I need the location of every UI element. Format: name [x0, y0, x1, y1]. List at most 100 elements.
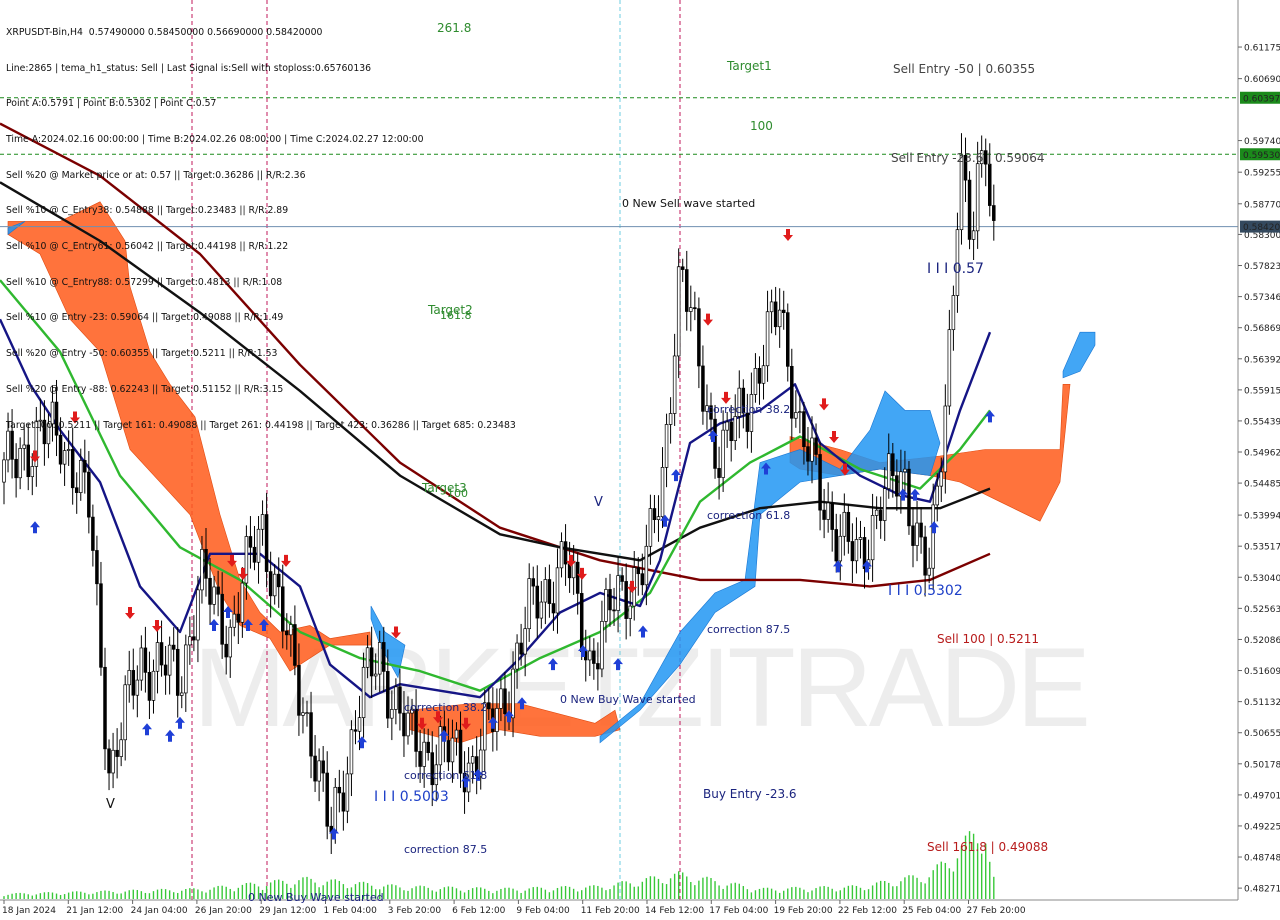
time-tick-label: 3 Feb 20:00	[388, 906, 442, 916]
candle-body	[361, 666, 366, 718]
candle-body	[648, 508, 653, 547]
candle-body	[184, 644, 188, 694]
candle-body	[761, 365, 766, 384]
candle-body	[636, 567, 641, 575]
price-tick-label: 0.52563	[1244, 605, 1280, 615]
candle-body	[458, 729, 463, 774]
candle-body	[426, 741, 430, 754]
candle-body	[773, 301, 778, 328]
candle-body	[272, 573, 277, 597]
candle-body	[802, 411, 806, 448]
info-line: Sell %10 @ C_Entry61: 0.56042 || Target:…	[6, 241, 289, 253]
candle-body	[236, 613, 241, 623]
candle-body	[592, 650, 596, 664]
candle-body	[943, 405, 948, 473]
candle-body	[123, 684, 127, 741]
candle-body	[87, 471, 91, 518]
info-line: Sell %20 @ Market price or at: 0.57 || T…	[6, 169, 306, 181]
candle	[907, 461, 911, 535]
chart-annotation: I I I 0.5003	[374, 789, 449, 805]
candle-body	[281, 586, 285, 632]
price-tick-label: 0.49701	[1244, 791, 1280, 801]
candle-body	[349, 729, 354, 775]
candle-body	[652, 508, 657, 521]
candle-body	[325, 772, 329, 827]
chart-annotation: 100	[750, 119, 773, 133]
time-tick-label: 24 Jan 04:00	[131, 906, 188, 916]
candle-body	[511, 668, 515, 719]
candle-body	[887, 453, 891, 489]
candle	[967, 171, 972, 250]
candle-body	[547, 579, 552, 604]
candle-body	[959, 154, 964, 231]
price-tick-label: 0.61175	[1244, 44, 1280, 54]
candle-body	[454, 729, 459, 739]
price-tick-label: 0.53040	[1244, 574, 1280, 584]
candle-body	[680, 266, 685, 270]
price-tick-label: 0.51609	[1244, 667, 1280, 677]
candle-body	[798, 411, 802, 414]
price-tick-label: 0.57346	[1244, 293, 1280, 303]
price-tick-label: 0.54485	[1244, 480, 1280, 490]
candle-body	[830, 502, 834, 530]
candle-body	[822, 509, 826, 520]
candle-body	[264, 514, 269, 572]
candle-body	[2, 459, 6, 483]
candle-body	[878, 509, 883, 521]
info-line: Sell %10 @ C_Entry38: 0.54888 || Target:…	[6, 205, 289, 217]
candle-body	[83, 460, 87, 473]
candle-body	[414, 708, 418, 752]
candle-body	[543, 579, 548, 603]
time-tick-label: 6 Feb 12:00	[452, 906, 506, 916]
time-tick-label: 27 Feb 20:00	[967, 906, 1026, 916]
candle-body	[588, 650, 592, 661]
candle-body	[163, 664, 168, 676]
candle-body	[216, 586, 220, 595]
candle-body	[260, 514, 265, 530]
price-tick-label: 0.50178	[1244, 760, 1280, 770]
candle-body	[947, 329, 952, 407]
candle-body	[769, 301, 774, 313]
candle-body	[196, 589, 200, 641]
candle-body	[539, 601, 544, 619]
candle-body	[159, 642, 164, 666]
chart-annotation: V	[106, 797, 115, 812]
price-tick-label: 0.56392	[1244, 355, 1280, 365]
price-tick-label: 0.55439	[1244, 417, 1280, 427]
candle-body	[446, 740, 451, 763]
chart-annotation: V	[594, 495, 603, 510]
candle-body	[147, 672, 152, 701]
candle-body	[232, 613, 237, 628]
candle-body	[931, 504, 935, 569]
candle-body	[470, 756, 475, 764]
candle-body	[115, 749, 119, 757]
candle-body	[95, 550, 99, 585]
candle-body	[559, 541, 564, 569]
candle-body	[390, 709, 394, 719]
candle-body	[487, 702, 491, 710]
time-tick-label: 19 Feb 20:00	[774, 906, 833, 916]
candle-body	[171, 644, 176, 650]
candle-body	[660, 467, 665, 518]
candle-body	[967, 179, 972, 240]
price-tag-label: 0.60397	[1243, 94, 1280, 104]
candle-body	[604, 589, 608, 622]
candle-body	[365, 647, 370, 668]
candle-body	[753, 368, 758, 395]
candle-body	[757, 368, 762, 384]
candle-body	[180, 692, 184, 696]
info-line: Sell %20 @ Entry -88: 0.62243 || Target:…	[6, 383, 284, 395]
candle-body	[131, 670, 136, 696]
candle-body	[765, 311, 770, 367]
candle-body	[135, 679, 140, 696]
candle-body	[725, 421, 729, 431]
price-tag-label: 0.58420	[1243, 223, 1280, 233]
time-tick-label: 9 Feb 04:00	[516, 906, 570, 916]
candle-body	[656, 516, 661, 521]
candle-body	[22, 444, 26, 449]
info-line: Point A:0.5791 | Point B:0.5302 | Point …	[6, 98, 217, 110]
chart-annotation: Sell 161.8 | 0.49088	[927, 840, 1049, 854]
chart-annotation: 261.8	[437, 21, 472, 35]
candle-body	[341, 792, 346, 812]
chart-annotation: I I I 0.57	[927, 261, 984, 277]
